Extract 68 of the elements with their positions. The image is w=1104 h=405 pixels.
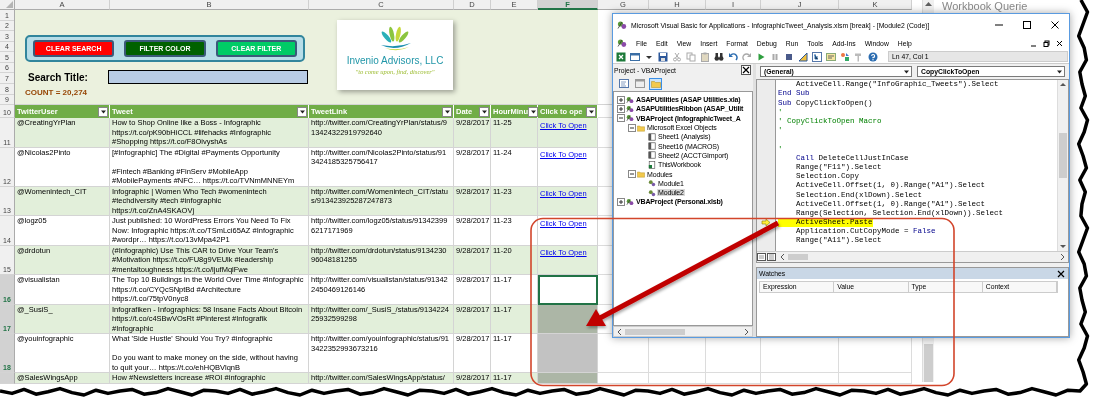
circles-icon — [617, 38, 627, 48]
stop-icon[interactable] — [784, 51, 794, 62]
folder-icon — [650, 79, 661, 88]
form-icon[interactable] — [630, 51, 640, 62]
scrollbar-thumb[interactable] — [788, 254, 808, 260]
up-arrow-icon[interactable] — [924, 0, 933, 8]
folder-icon — [637, 123, 645, 132]
count-text: COUNT = 20,274 — [25, 88, 89, 97]
grid-cell — [706, 373, 761, 384]
caret-icon — [529, 108, 537, 115]
shapes-icon[interactable] — [840, 51, 850, 62]
filter-dropdown-button[interactable] — [442, 106, 452, 117]
close-icon — [742, 66, 750, 74]
expand-toggle[interactable] — [617, 197, 625, 206]
circles-icon — [617, 20, 627, 30]
restore-icon[interactable] — [1043, 39, 1050, 47]
current-line-arrow-icon — [761, 217, 771, 227]
code-window-icon — [618, 79, 629, 88]
filter-dropdown-button[interactable] — [479, 106, 489, 117]
horizontal-scrollbar[interactable] — [613, 326, 753, 337]
filter-dropdown-button[interactable] — [528, 106, 538, 117]
view-code-button[interactable] — [617, 77, 630, 90]
caret-icon — [480, 108, 488, 115]
search-field[interactable] — [108, 70, 308, 84]
caret-icon — [99, 108, 107, 115]
filter-dropdown-button[interactable] — [586, 106, 596, 117]
expand-toggle[interactable] — [628, 123, 636, 132]
down-arrow-icon[interactable] — [1059, 243, 1067, 251]
caret-icon — [298, 108, 306, 115]
form-icon — [634, 79, 645, 88]
filter-dropdown-button[interactable] — [297, 106, 307, 117]
save-icon[interactable] — [658, 51, 668, 62]
play-icon[interactable] — [756, 51, 766, 62]
module-view-icon[interactable] — [767, 253, 776, 261]
toggle-folders-button[interactable] — [649, 77, 662, 90]
scrollbar-thumb[interactable] — [1059, 133, 1067, 178]
close-button[interactable] — [1056, 268, 1066, 279]
scrollbar-thumb[interactable] — [625, 328, 685, 335]
grid-cell — [649, 373, 706, 384]
tree-window-icon[interactable] — [812, 51, 822, 62]
workbook-icon — [648, 160, 656, 169]
folder-icon — [637, 170, 645, 178]
caret-icon — [587, 108, 595, 115]
expand-toggle[interactable] — [617, 114, 625, 123]
close-icon[interactable] — [1056, 39, 1063, 47]
up-arrow-icon[interactable] — [1059, 80, 1067, 88]
search-label: Search Title: — [28, 71, 89, 83]
close-icon — [1057, 269, 1065, 278]
undo-icon[interactable] — [728, 51, 738, 62]
circles-icon — [626, 197, 634, 206]
binoculars-icon[interactable] — [714, 51, 724, 62]
close-button[interactable] — [741, 65, 751, 75]
procedure-view-icon[interactable] — [757, 253, 766, 261]
logo-name: Invenio Advisors, LLC — [346, 55, 444, 66]
help-icon[interactable] — [868, 51, 878, 62]
panel-title: Workbook Querie — [942, 0, 1028, 12]
scrollbar-thumb[interactable] — [924, 344, 933, 382]
grid-cell — [598, 373, 649, 384]
expand-toggle[interactable] — [628, 170, 636, 178]
vertical-scrollbar[interactable] — [1057, 80, 1068, 251]
filter-dropdown-button[interactable] — [98, 106, 108, 117]
maximize-icon — [1022, 20, 1032, 30]
caret-icon — [443, 108, 451, 115]
excel-icon[interactable] — [616, 51, 626, 62]
clipboard-icon[interactable] — [700, 51, 710, 62]
expand-toggle[interactable] — [617, 104, 625, 113]
close-icon — [1050, 20, 1060, 30]
expand-toggle[interactable] — [617, 95, 625, 104]
